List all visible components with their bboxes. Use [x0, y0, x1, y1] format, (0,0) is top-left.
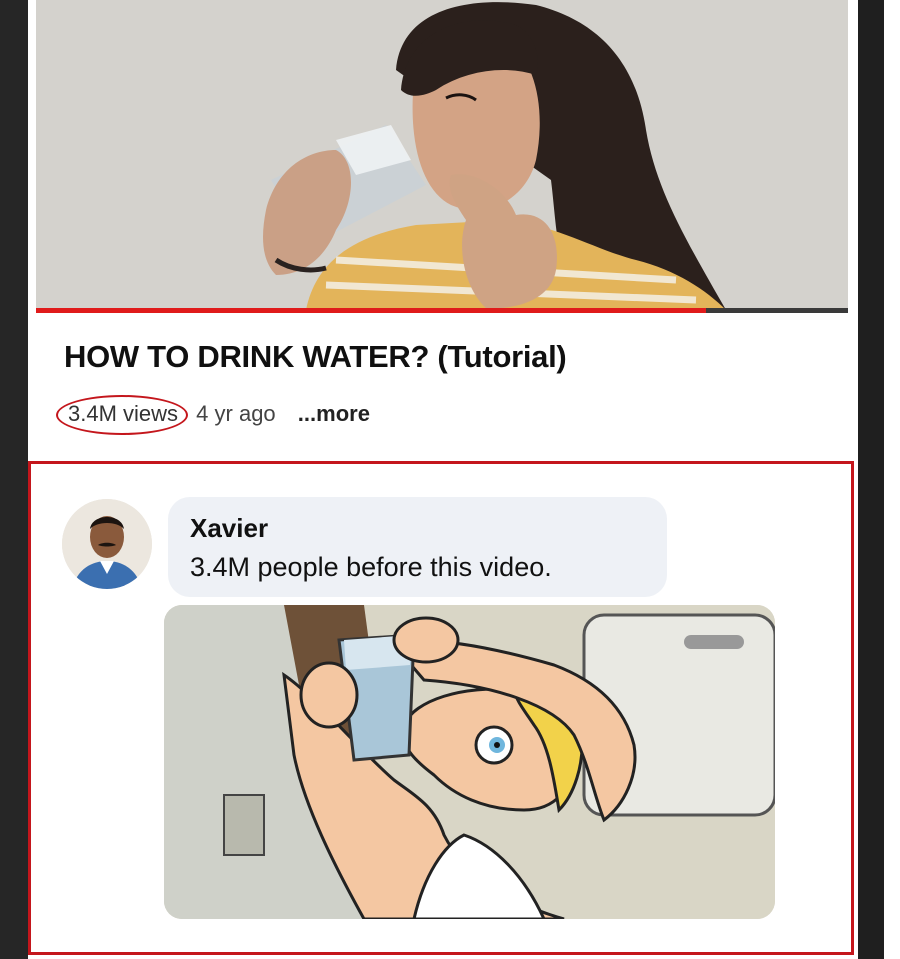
comment-author[interactable]: Xavier	[190, 513, 268, 544]
upload-age: 4 yr ago	[196, 401, 276, 426]
avatar[interactable]	[62, 499, 152, 589]
comment-text: 3.4M people before this video.	[190, 552, 552, 582]
cartoon-drinking-image	[164, 605, 775, 919]
comment-bubble: Xavier 3.4M people before this video.	[168, 497, 667, 597]
view-count: 3.4M views	[56, 395, 189, 435]
right-margin	[884, 0, 900, 959]
video-info-panel: HOW TO DRINK WATER? (Tutorial) 3.4M view…	[36, 313, 848, 461]
video-thumbnail[interactable]	[36, 0, 848, 310]
screenshot-card: HOW TO DRINK WATER? (Tutorial) 3.4M view…	[28, 0, 858, 959]
highlighted-comment: Xavier 3.4M people before this video.	[28, 461, 854, 955]
video-title: HOW TO DRINK WATER? (Tutorial)	[64, 339, 567, 374]
right-frame	[858, 0, 884, 959]
video-frame-image	[36, 0, 848, 310]
comment-gif[interactable]	[164, 605, 775, 919]
video-meta: 3.4M views 4 yr ago ...more	[56, 395, 370, 435]
avatar-image	[62, 499, 152, 589]
left-frame	[0, 0, 28, 959]
more-link[interactable]: ...more	[298, 401, 370, 426]
